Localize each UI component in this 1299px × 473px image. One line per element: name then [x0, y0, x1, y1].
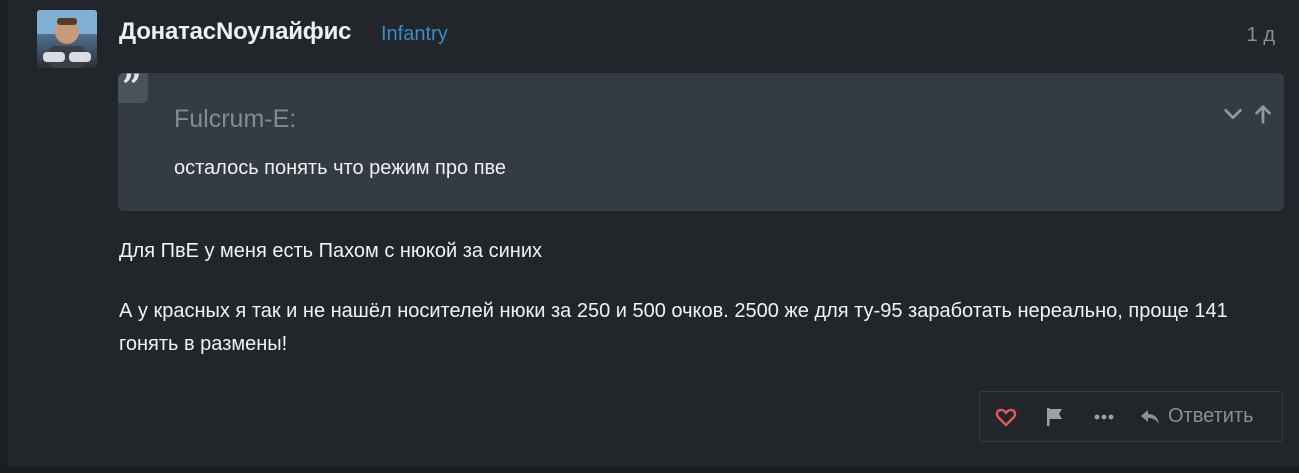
- quote-text: осталось понять что режим про пве: [174, 157, 507, 179]
- quote-icon: ”: [118, 67, 148, 107]
- quote-author[interactable]: Fulcrum-E:: [174, 105, 296, 134]
- next-post-strip: [0, 466, 1299, 473]
- chevron-down-icon[interactable]: [1222, 103, 1244, 125]
- flag-button[interactable]: [1032, 392, 1078, 441]
- user-flair[interactable]: Infantry: [381, 23, 448, 46]
- like-button[interactable]: [980, 392, 1032, 441]
- quote-controls: [1222, 103, 1274, 125]
- reply-label: Ответить: [1168, 405, 1254, 427]
- post-paragraph: Для ПвЕ у меня есть Пахом с нюкой за син…: [119, 240, 542, 262]
- arrow-up-icon[interactable]: [1252, 103, 1274, 125]
- post: ДонатасNоулайфис Infantry 1 д ” Fulcrum-…: [0, 0, 1299, 468]
- flag-icon: [1047, 407, 1062, 426]
- quote-block: ” Fulcrum-E: осталось понять что режим п…: [118, 67, 1284, 211]
- more-button[interactable]: [1078, 392, 1130, 441]
- post-date[interactable]: 1 д: [1247, 24, 1275, 47]
- post-paragraph: А у красных я так и не нашёл носителей н…: [119, 300, 1228, 355]
- avatar[interactable]: [37, 10, 97, 68]
- post-actions: Ответить: [979, 391, 1283, 442]
- author-name[interactable]: ДонатасNоулайфис: [119, 18, 352, 46]
- ellipsis-icon: [1094, 414, 1114, 419]
- gamer-avatar-icon: [37, 10, 97, 68]
- heart-icon: [995, 408, 1017, 426]
- reply-icon: [1141, 409, 1159, 424]
- reply-button[interactable]: Ответить: [1130, 392, 1254, 441]
